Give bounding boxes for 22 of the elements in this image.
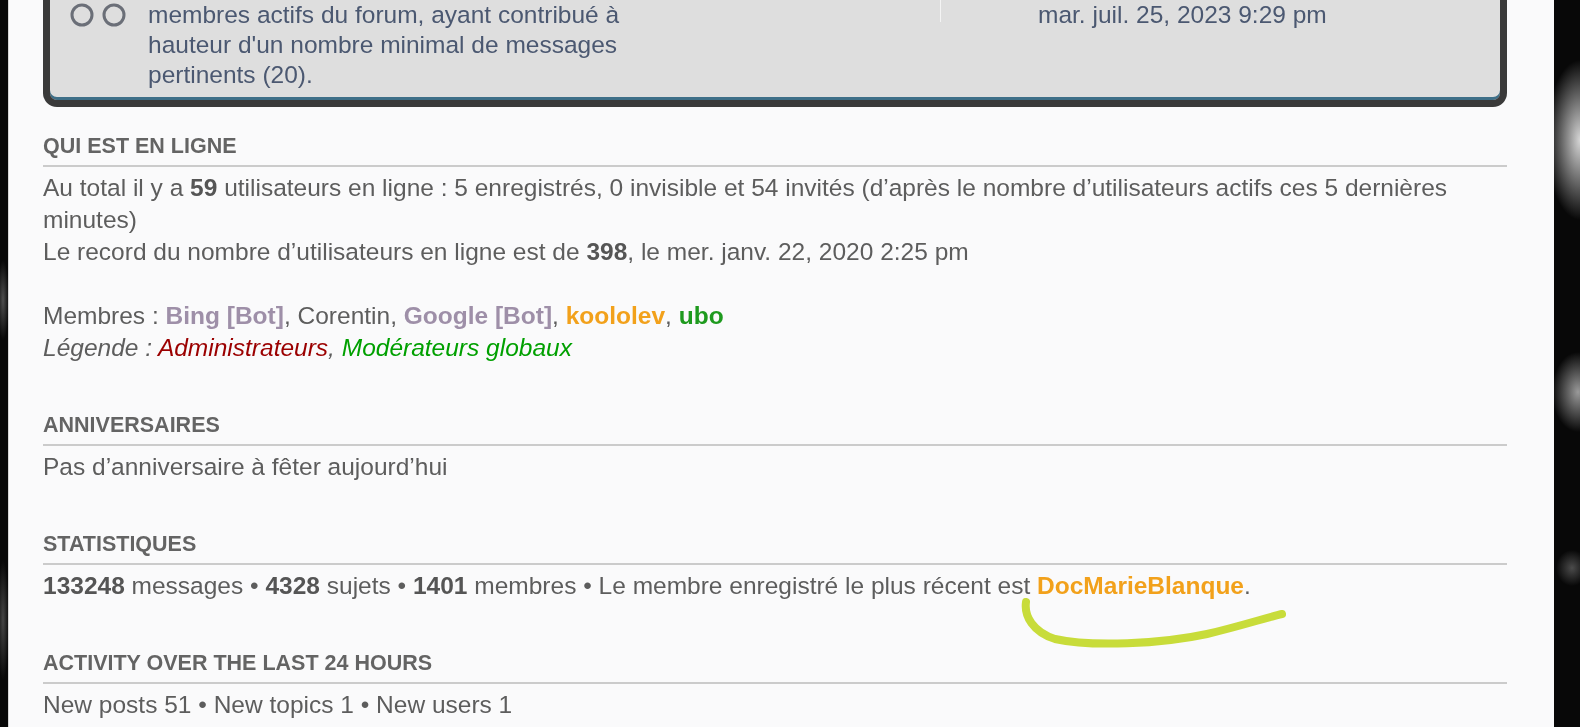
username-link[interactable]: Corentin	[297, 302, 391, 329]
info-text: New posts 51 • New topics 1 • New users 1	[43, 690, 513, 720]
info-text: Pas d’anniversaire à fêter aujourd’hui	[43, 452, 448, 482]
section-heading: STATISTIQUES	[43, 532, 197, 556]
section-heading: ACTIVITY OVER THE LAST 24 HOURS	[43, 651, 433, 675]
username-link[interactable]: ubo	[678, 302, 724, 329]
two-rings-icon	[70, 3, 126, 27]
username-link[interactable]: Google [Bot]	[403, 302, 553, 329]
rank-description: membres actifs du forum, ayant contribué à hauteur d'un nombre minimal de messages pertinents (20).	[148, 0, 621, 90]
statistics-text: 133248 messages • 4328 sujets • 1401 membres • Le membre enregistré le plus récent est DocMarieBlanque.	[43, 570, 1251, 602]
group-link[interactable]: Modérateurs globaux	[341, 334, 572, 361]
username-link[interactable]: DocMarieBlanque	[1037, 572, 1244, 599]
username-link[interactable]: Bing [Bot]	[165, 302, 284, 329]
section-heading: ANNIVERSAIRES	[43, 413, 220, 437]
username-link[interactable]: koololev	[565, 302, 666, 329]
online-members-text: Membres : Bing [Bot], Corentin, Google [Bot], koololev, ubo	[43, 301, 724, 331]
post-date: mar. juil. 25, 2023 9:29 pm	[1038, 0, 1327, 30]
legend-text: Légende : Administrateurs, Modérateurs globaux	[43, 333, 572, 363]
info-text: Le record du nombre d’utilisateurs en ligne est de 398, le mer. janv. 22, 2020 2:25 pm	[43, 237, 969, 267]
info-text: Au total il y a 59 utilisateurs en ligne : 5 enregistrés, 0 invisible et 54 invités (d’après le nombre d’utilisateurs actifs ces 5 dernières minutes)	[43, 173, 1449, 235]
section-heading: QUI EST EN LIGNE	[43, 134, 237, 158]
group-link[interactable]: Administrateurs	[157, 334, 329, 361]
